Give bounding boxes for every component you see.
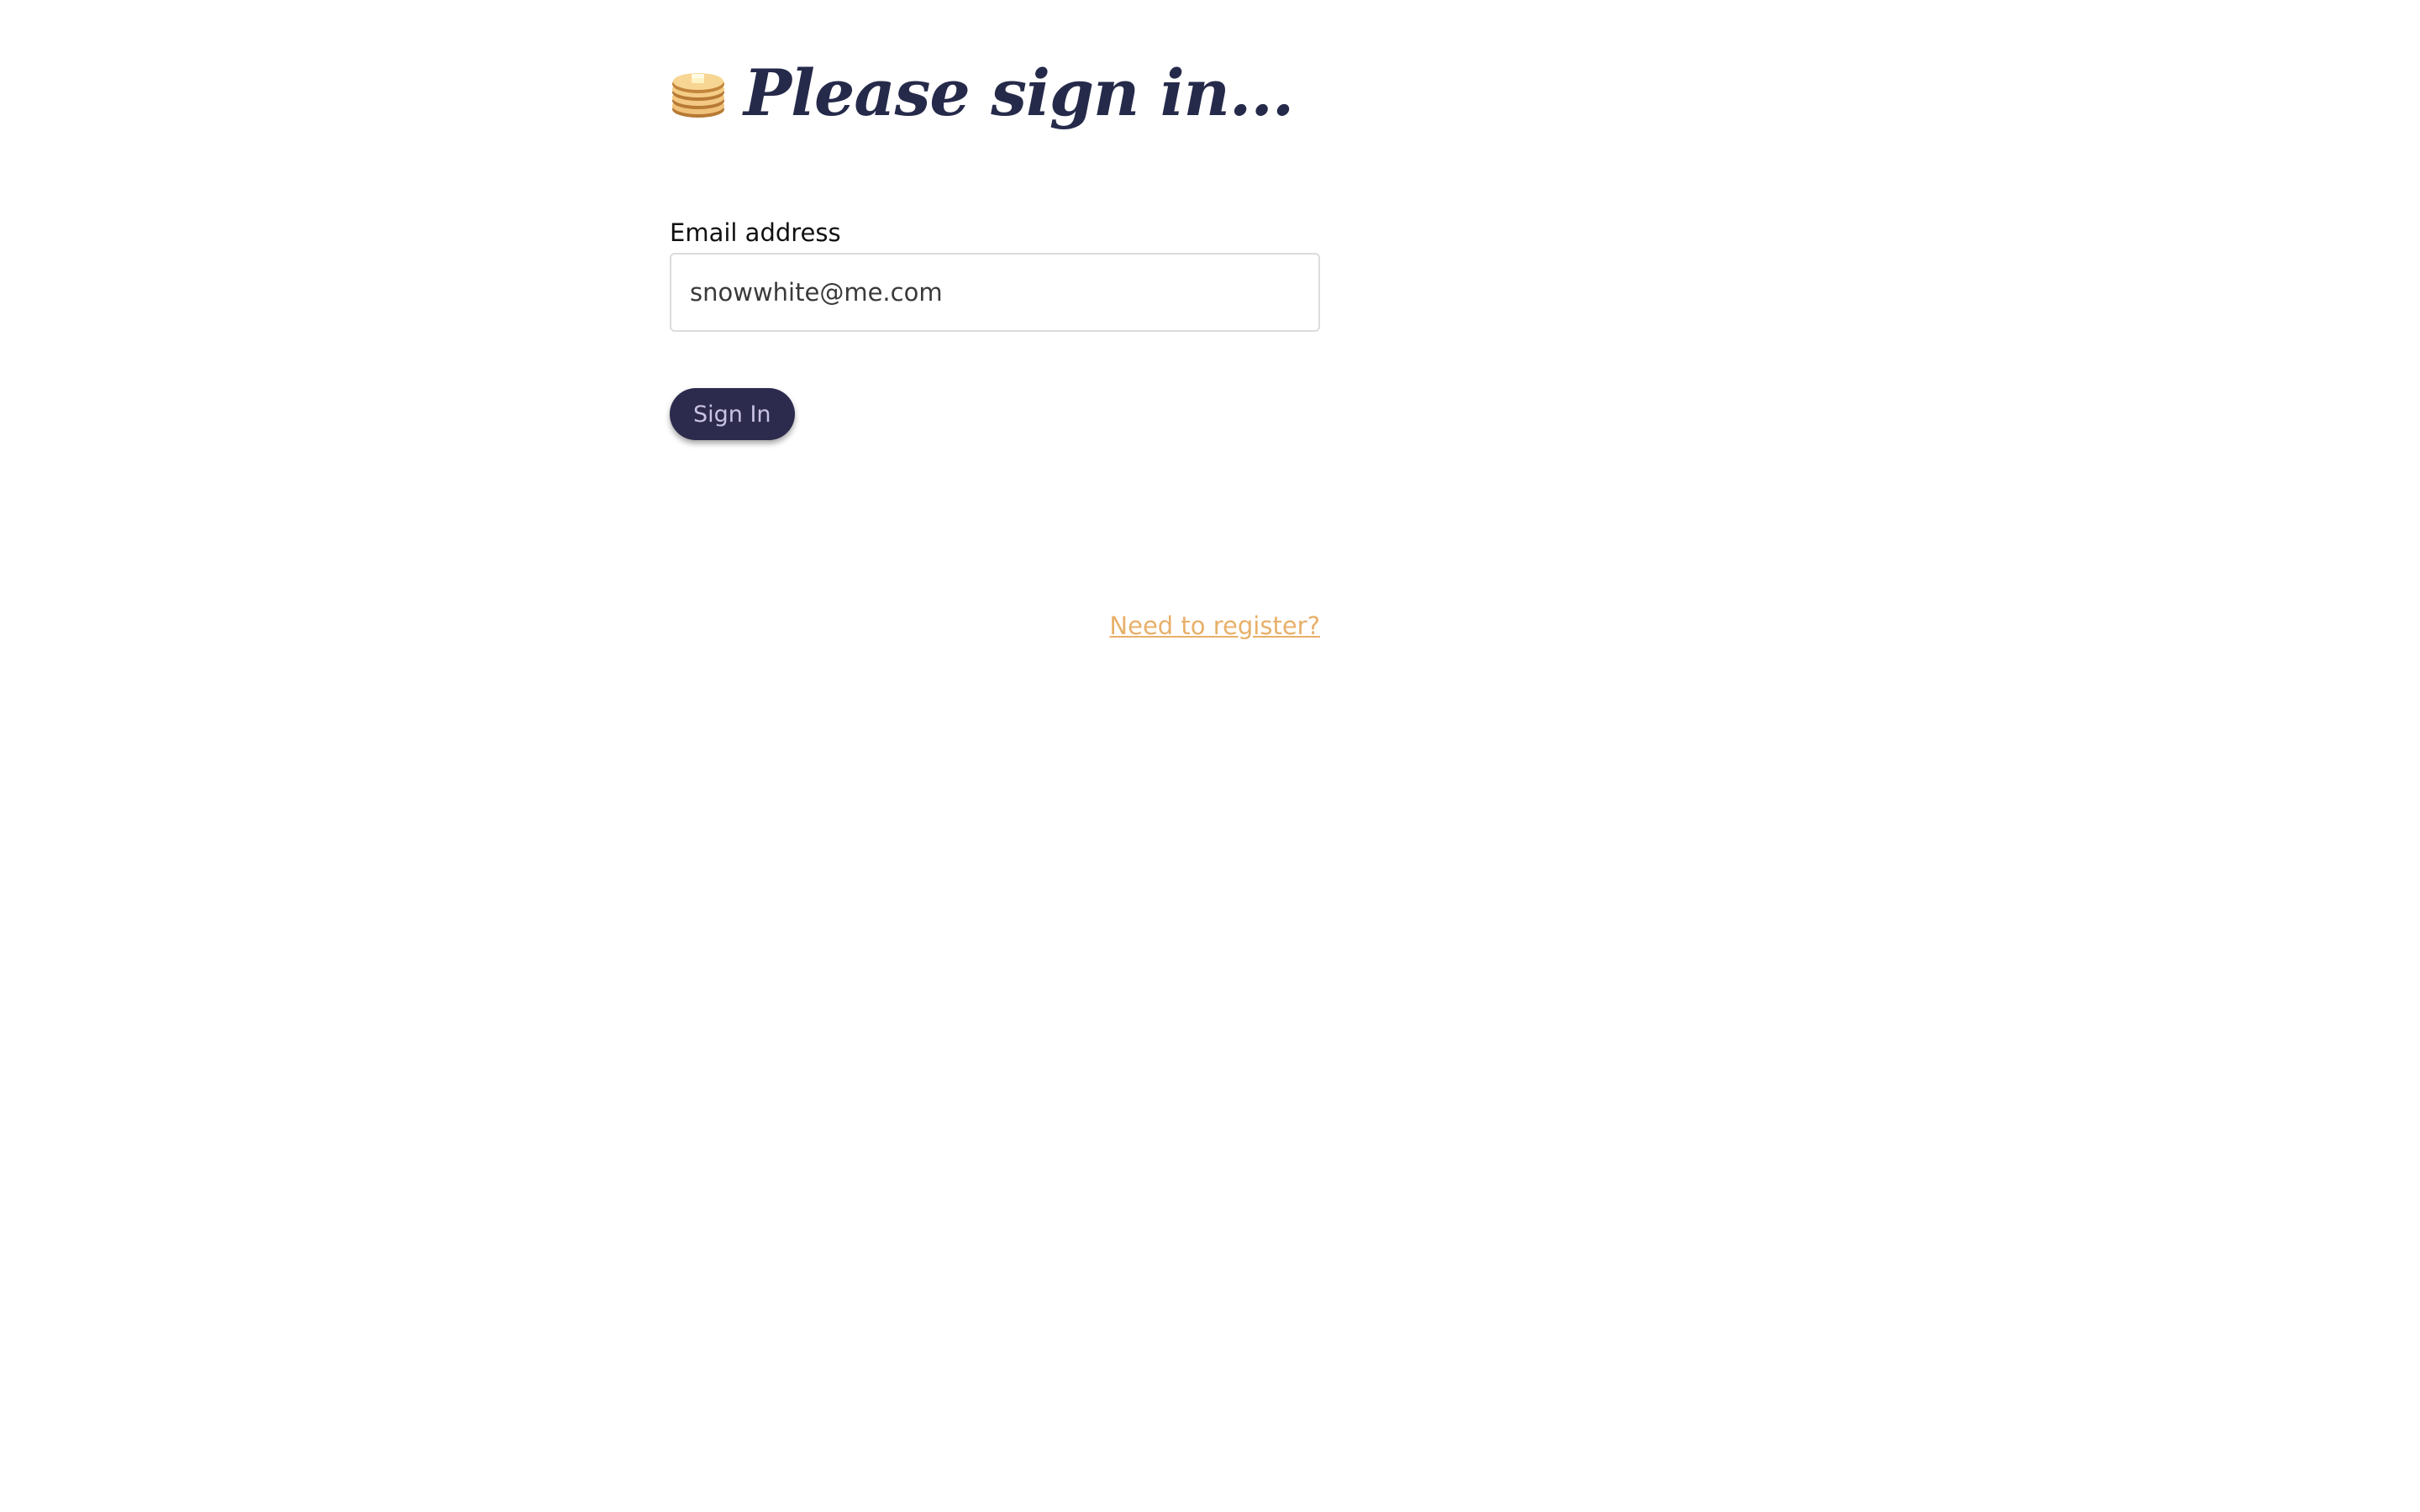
title-row: Please sign in... [670, 50, 1320, 134]
pancakes-icon [672, 73, 724, 118]
register-link[interactable]: Need to register? [1109, 612, 1320, 640]
page-title: Please sign in... [744, 55, 1294, 130]
sign-in-panel: Please sign in... Email address Sign In … [670, 50, 1320, 640]
email-label: Email address [670, 218, 841, 247]
email-field[interactable] [670, 253, 1320, 332]
sign-in-button[interactable]: Sign In [670, 388, 795, 440]
